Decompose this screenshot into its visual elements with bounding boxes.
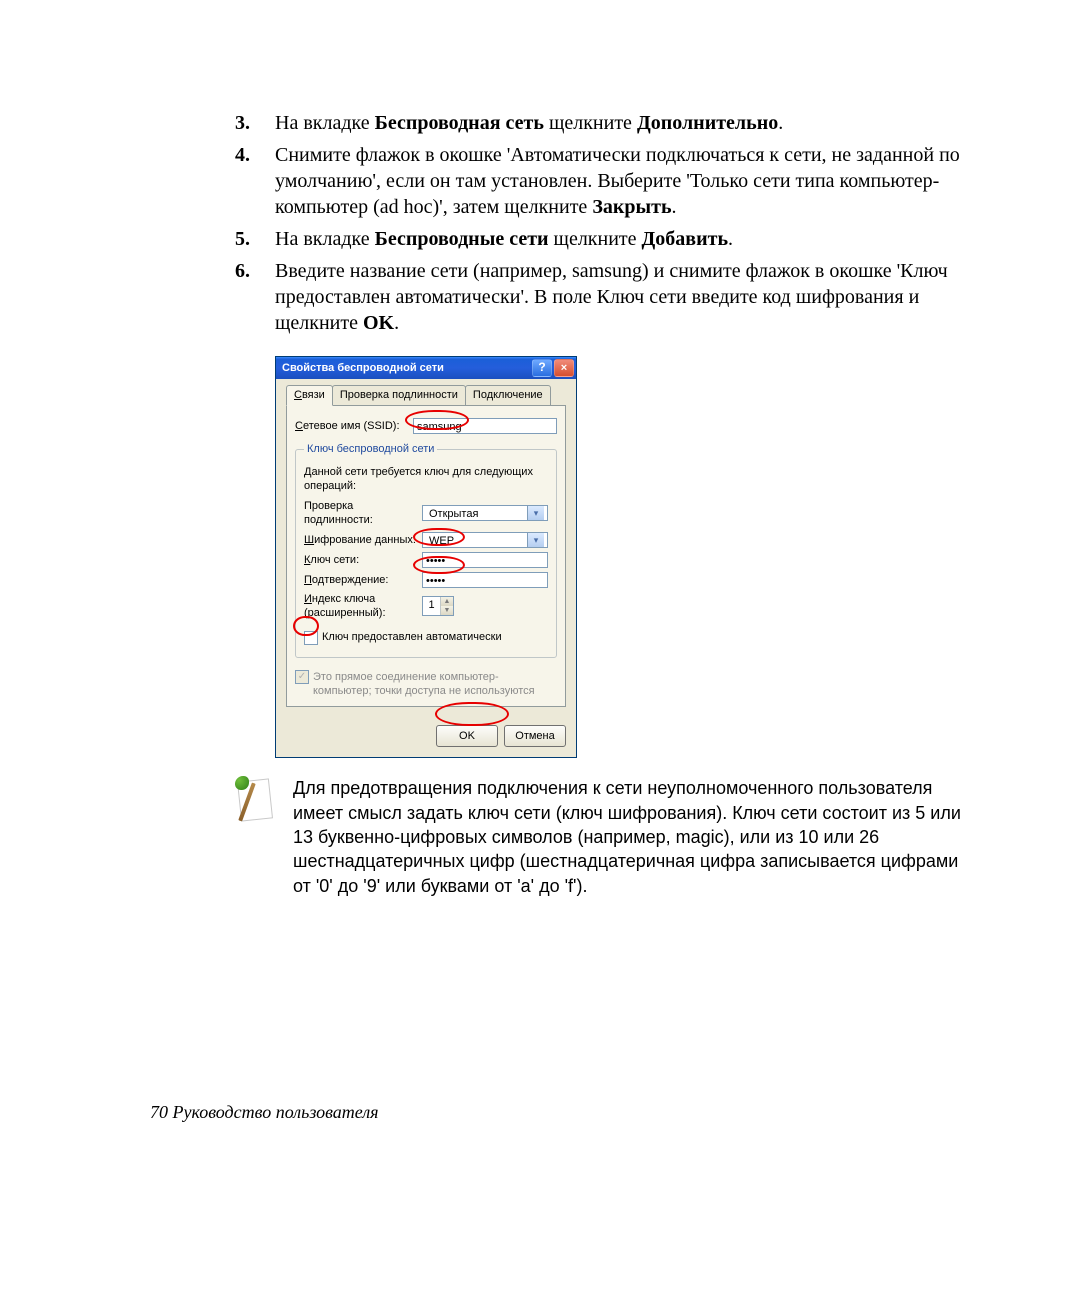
encryption-select[interactable]: WEP ▾ bbox=[422, 532, 548, 548]
dialog-title: Свойства беспроводной сети bbox=[282, 361, 532, 375]
auth-label: Проверка подлинности: bbox=[304, 499, 422, 528]
fieldset-hint: Данной сети требуется ключ для следующих… bbox=[304, 465, 548, 494]
ssid-input[interactable]: samsung bbox=[413, 418, 557, 434]
ssid-label: Сетевое имя (SSID): bbox=[295, 419, 413, 433]
note-icon bbox=[235, 776, 275, 824]
chevron-down-icon: ▾ bbox=[527, 533, 544, 547]
checkbox-icon bbox=[304, 631, 318, 645]
step-text: Введите название сети (например, samsung… bbox=[275, 260, 948, 334]
wireless-key-fieldset: Ключ беспроводной сети Данной сети требу… bbox=[295, 442, 557, 658]
note-text: Для предотвращения подключения к сети не… bbox=[293, 776, 980, 897]
encryption-label: Шифрование данных: bbox=[304, 533, 422, 547]
dialog-tabs: Связи Проверка подлинности Подключение bbox=[286, 385, 566, 406]
checkbox-label: Это прямое соединение компьютер-компьюте… bbox=[313, 670, 553, 699]
confirm-key-label: Подтверждение: bbox=[304, 573, 422, 587]
chevron-down-icon: ▾ bbox=[527, 506, 544, 520]
step-text: Снимите флажок в окошке 'Автоматически п… bbox=[275, 144, 960, 218]
tab-link[interactable]: Подключение bbox=[465, 385, 551, 406]
tab-page-connection: Сетевое имя (SSID): samsung Ключ беспров… bbox=[286, 405, 566, 707]
instruction-list: 3. На вкладке Беспроводная сеть щелкните… bbox=[235, 110, 980, 336]
checkbox-icon: ✓ bbox=[295, 670, 309, 684]
auth-select[interactable]: Открытая ▾ bbox=[422, 505, 548, 521]
step-4: 4. Снимите флажок в окошке 'Автоматическ… bbox=[235, 142, 980, 220]
ok-button[interactable]: OK bbox=[436, 725, 498, 747]
step-number: 3. bbox=[235, 110, 250, 136]
step-number: 6. bbox=[235, 258, 250, 284]
chevron-up-icon: ▲ bbox=[441, 597, 453, 606]
note-block: Для предотвращения подключения к сети не… bbox=[235, 776, 980, 897]
dialog-titlebar[interactable]: Свойства беспроводной сети ? × bbox=[276, 357, 576, 379]
step-text: На вкладке Беспроводная сеть щелкните До… bbox=[275, 112, 783, 134]
step-number: 5. bbox=[235, 226, 250, 252]
step-3: 3. На вкладке Беспроводная сеть щелкните… bbox=[235, 110, 980, 136]
key-provided-auto-checkbox[interactable]: Ключ предоставлен автоматически bbox=[304, 630, 502, 644]
step-text: На вкладке Беспроводные сети щелкните До… bbox=[275, 228, 733, 250]
key-index-value: 1 bbox=[423, 597, 440, 615]
checkbox-label: Ключ предоставлен автоматически bbox=[322, 630, 502, 644]
page-footer: 70 Руководство пользователя bbox=[150, 1101, 379, 1124]
fieldset-legend: Ключ беспроводной сети bbox=[304, 442, 437, 456]
tab-connection[interactable]: Связи bbox=[286, 385, 333, 406]
cancel-button[interactable]: Отмена bbox=[504, 725, 566, 747]
step-number: 4. bbox=[235, 142, 250, 168]
step-6: 6. Введите название сети (например, sams… bbox=[235, 258, 980, 336]
network-key-input[interactable]: ••••• bbox=[422, 552, 548, 568]
tab-authentication[interactable]: Проверка подлинности bbox=[332, 385, 466, 406]
encryption-value: WEP bbox=[426, 533, 527, 547]
step-5: 5. На вкладке Беспроводные сети щелкните… bbox=[235, 226, 980, 252]
auth-value: Открытая bbox=[426, 506, 527, 520]
network-key-label: Ключ сети: bbox=[304, 553, 422, 567]
adhoc-checkbox: ✓ Это прямое соединение компьютер-компью… bbox=[295, 670, 553, 699]
wireless-properties-dialog: Свойства беспроводной сети ? × Связи Про… bbox=[275, 356, 577, 758]
help-icon[interactable]: ? bbox=[532, 359, 552, 377]
key-index-stepper[interactable]: 1 ▲▼ bbox=[422, 596, 454, 616]
chevron-down-icon: ▼ bbox=[441, 606, 453, 615]
close-icon[interactable]: × bbox=[554, 359, 574, 377]
dialog-figure: Свойства беспроводной сети ? × Связи Про… bbox=[235, 356, 980, 758]
confirm-key-input[interactable]: ••••• bbox=[422, 572, 548, 588]
key-index-label: Индекс ключа (расширенный): bbox=[304, 592, 422, 621]
